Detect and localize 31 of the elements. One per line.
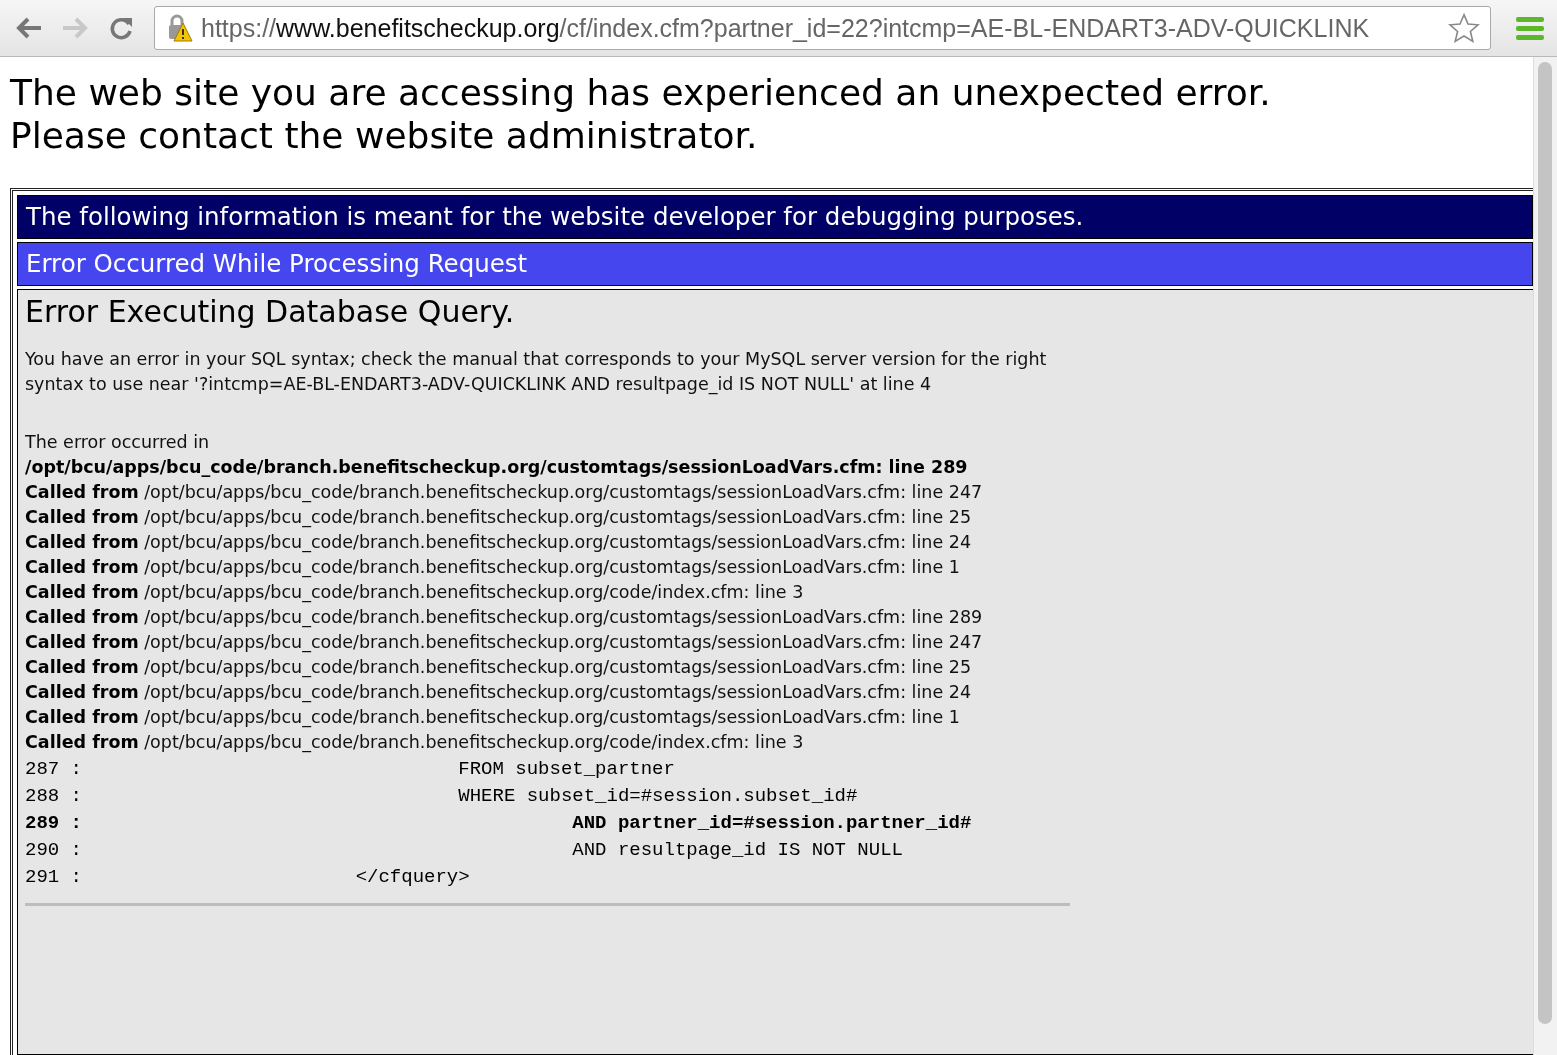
stack-trace-line: Called from /opt/bcu/apps/bcu_code/branch.benefitscheckup.org/customtags/sessionLoadVars.cfm: line 25 [25, 506, 973, 530]
stack-trace-line: /opt/bcu/apps/bcu_code/branch.benefitscheckup.org/customtags/sessionLoadVars.cfm: line 289 [25, 456, 969, 479]
stack-trace-line: Called from /opt/bcu/apps/bcu_code/branch.benefitscheckup.org/customtags/sessionLoadVars.cfm: line 1 [25, 706, 961, 730]
stack-trace-line: Called from /opt/bcu/apps/bcu_code/branch.benefitscheckup.org/customtags/sessionLoadVars.cfm: line 289 [25, 606, 984, 630]
bookmark-star-icon[interactable] [1448, 12, 1480, 44]
stack-trace-line: Called from /opt/bcu/apps/bcu_code/branch.benefitscheckup.org/customtags/sessionLoadVars.cfm: line 24 [25, 681, 973, 705]
url-text: https://www.benefitscheckup.org/cf/index.cfm?partner_id=22?intcmp=AE-BL-ENDART3-ADV-QUICKLINK [201, 13, 1371, 43]
code-line: 287 : FROM subset_partner [25, 757, 676, 782]
stack-trace-line: Called from /opt/bcu/apps/bcu_code/branch.benefitscheckup.org/customtags/sessionLoadVars.cfm: line 25 [25, 656, 973, 680]
error-message: You have an error in your SQL syntax; check the manual that corresponds to your MySQL server version for the right syntax to use near '?intcmp=AE-BL-ENDART3-ADV-QUICKLINK AND resultpage_id IS NOT NULL' at line 4 [25, 348, 1048, 397]
stack-trace-line: Called from /opt/bcu/apps/bcu_code/branch.benefitscheckup.org/code/index.cfm: line 3 [25, 581, 805, 605]
error-location-label: The error occurred in [25, 431, 211, 454]
stack-trace-line: Called from /opt/bcu/apps/bcu_code/branch.benefitscheckup.org/customtags/sessionLoadVars.cfm: line 1 [25, 556, 961, 580]
scrollbar[interactable] [1533, 57, 1557, 1055]
code-line: 290 : AND resultpage_id IS NOT NULL [25, 838, 904, 863]
address-bar[interactable]: https://www.benefitscheckup.org/cf/index.cfm?partner_id=22?intcmp=AE-BL-ENDART3-ADV-QUICKLINK [154, 6, 1491, 50]
error-title-bar: Error Occurred While Processing Request [17, 242, 1533, 286]
stack-trace-line: Called from /opt/bcu/apps/bcu_code/branch.benefitscheckup.org/code/index.cfm: line 3 [25, 731, 805, 755]
back-arrow-icon [15, 16, 43, 40]
code-line: 289 : AND partner_id=#session.partner_id# [25, 811, 973, 836]
reload-icon [108, 15, 134, 41]
error-heading: Error Executing Database Query. [25, 294, 516, 329]
debug-banner: The following information is meant for the website developer for debugging purposes. [17, 195, 1533, 239]
forward-arrow-icon [61, 16, 89, 40]
code-line: 291 : </cfquery> [25, 865, 471, 890]
stack-trace-line: Called from /opt/bcu/apps/bcu_code/branch.benefitscheckup.org/customtags/sessionLoadVars.cfm: line 24 [25, 531, 973, 555]
code-line: 288 : WHERE subset_id=#session.subset_id# [25, 784, 859, 809]
stack-trace-line: Called from /opt/bcu/apps/bcu_code/branch.benefitscheckup.org/customtags/sessionLoadVars.cfm: line 247 [25, 481, 984, 505]
stack-trace-line: Called from /opt/bcu/apps/bcu_code/branch.benefitscheckup.org/customtags/sessionLoadVars.cfm: line 247 [25, 631, 984, 655]
error-heading: The web site you are accessing has experienced an unexpected error. [10, 71, 1272, 114]
error-heading: Please contact the website administrator. [10, 114, 759, 157]
